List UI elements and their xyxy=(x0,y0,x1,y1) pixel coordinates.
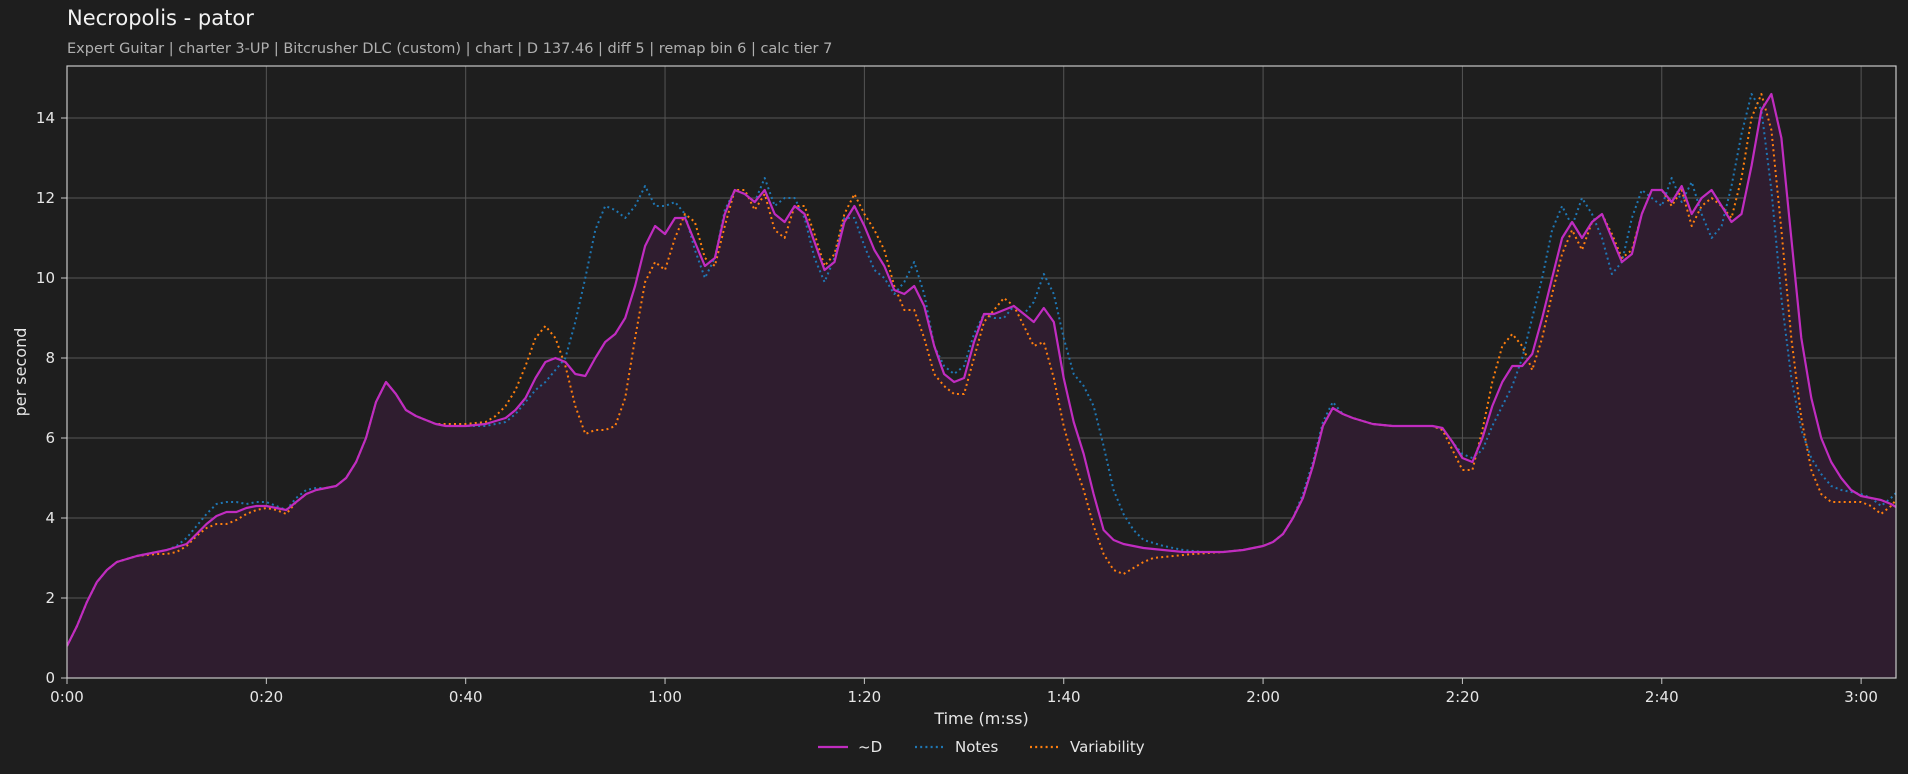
legend-label: Variability xyxy=(1070,738,1145,756)
y-tick-label: 6 xyxy=(45,429,55,447)
legend: ~D Notes Variability xyxy=(818,738,1145,756)
x-tick-label: 1:40 xyxy=(1047,688,1081,706)
x-tick-label: 0:40 xyxy=(449,688,483,706)
y-tick-label: 0 xyxy=(45,669,55,687)
x-tick-label: 0:20 xyxy=(250,688,284,706)
x-axis-ticks: 0:00 0:20 0:40 1:00 1:20 1:40 2:00 2:20 2:40 3:00 xyxy=(50,678,1878,706)
x-tick-label: 1:00 xyxy=(648,688,682,706)
y-axis-ticks: 0 2 4 6 8 10 12 14 xyxy=(36,109,67,687)
x-tick-label: 0:00 xyxy=(50,688,84,706)
legend-label: Notes xyxy=(955,738,999,756)
x-tick-label: 2:40 xyxy=(1645,688,1679,706)
x-tick-label: 1:20 xyxy=(848,688,882,706)
x-axis-label: Time (m:ss) xyxy=(933,709,1028,728)
legend-item-variability: Variability xyxy=(1030,738,1145,756)
chart-svg: 0:00 0:20 0:40 1:00 1:20 1:40 2:00 2:20 2:40 3:00… xyxy=(11,65,1897,756)
d-series-area-fill xyxy=(67,94,1896,678)
legend-item-d: ~D xyxy=(818,738,882,756)
y-tick-label: 8 xyxy=(45,349,55,367)
x-tick-label: 2:00 xyxy=(1246,688,1280,706)
y-tick-label: 2 xyxy=(45,589,55,607)
x-tick-label: 2:20 xyxy=(1446,688,1480,706)
legend-item-notes: Notes xyxy=(915,738,999,756)
y-axis-label: per second xyxy=(11,328,30,417)
y-tick-label: 10 xyxy=(36,269,55,287)
x-tick-label: 3:00 xyxy=(1844,688,1878,706)
y-tick-label: 12 xyxy=(36,189,55,207)
y-tick-label: 14 xyxy=(36,109,55,127)
legend-label: ~D xyxy=(858,738,882,756)
y-tick-label: 4 xyxy=(45,509,55,527)
